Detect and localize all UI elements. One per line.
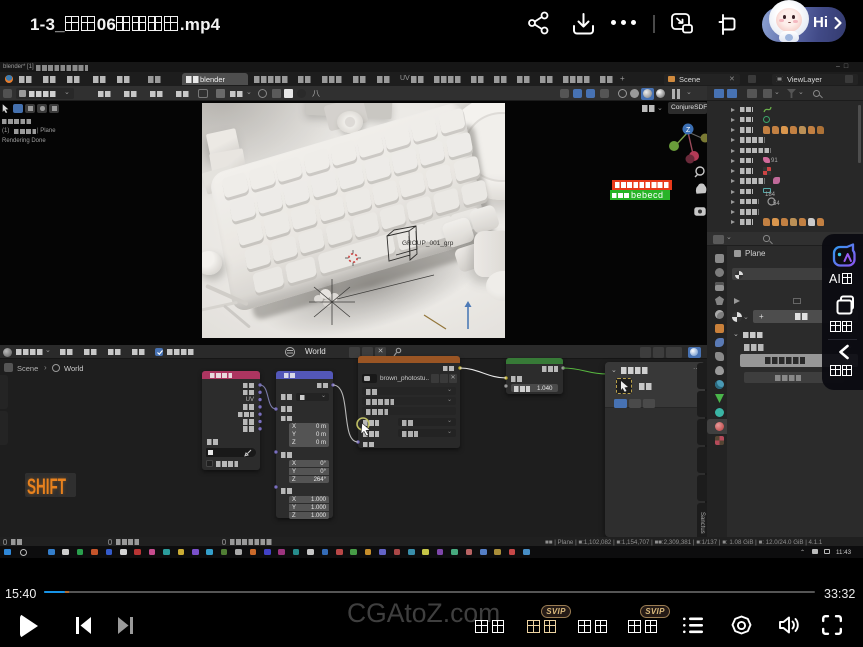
svg-text:Z: Z (686, 127, 691, 134)
